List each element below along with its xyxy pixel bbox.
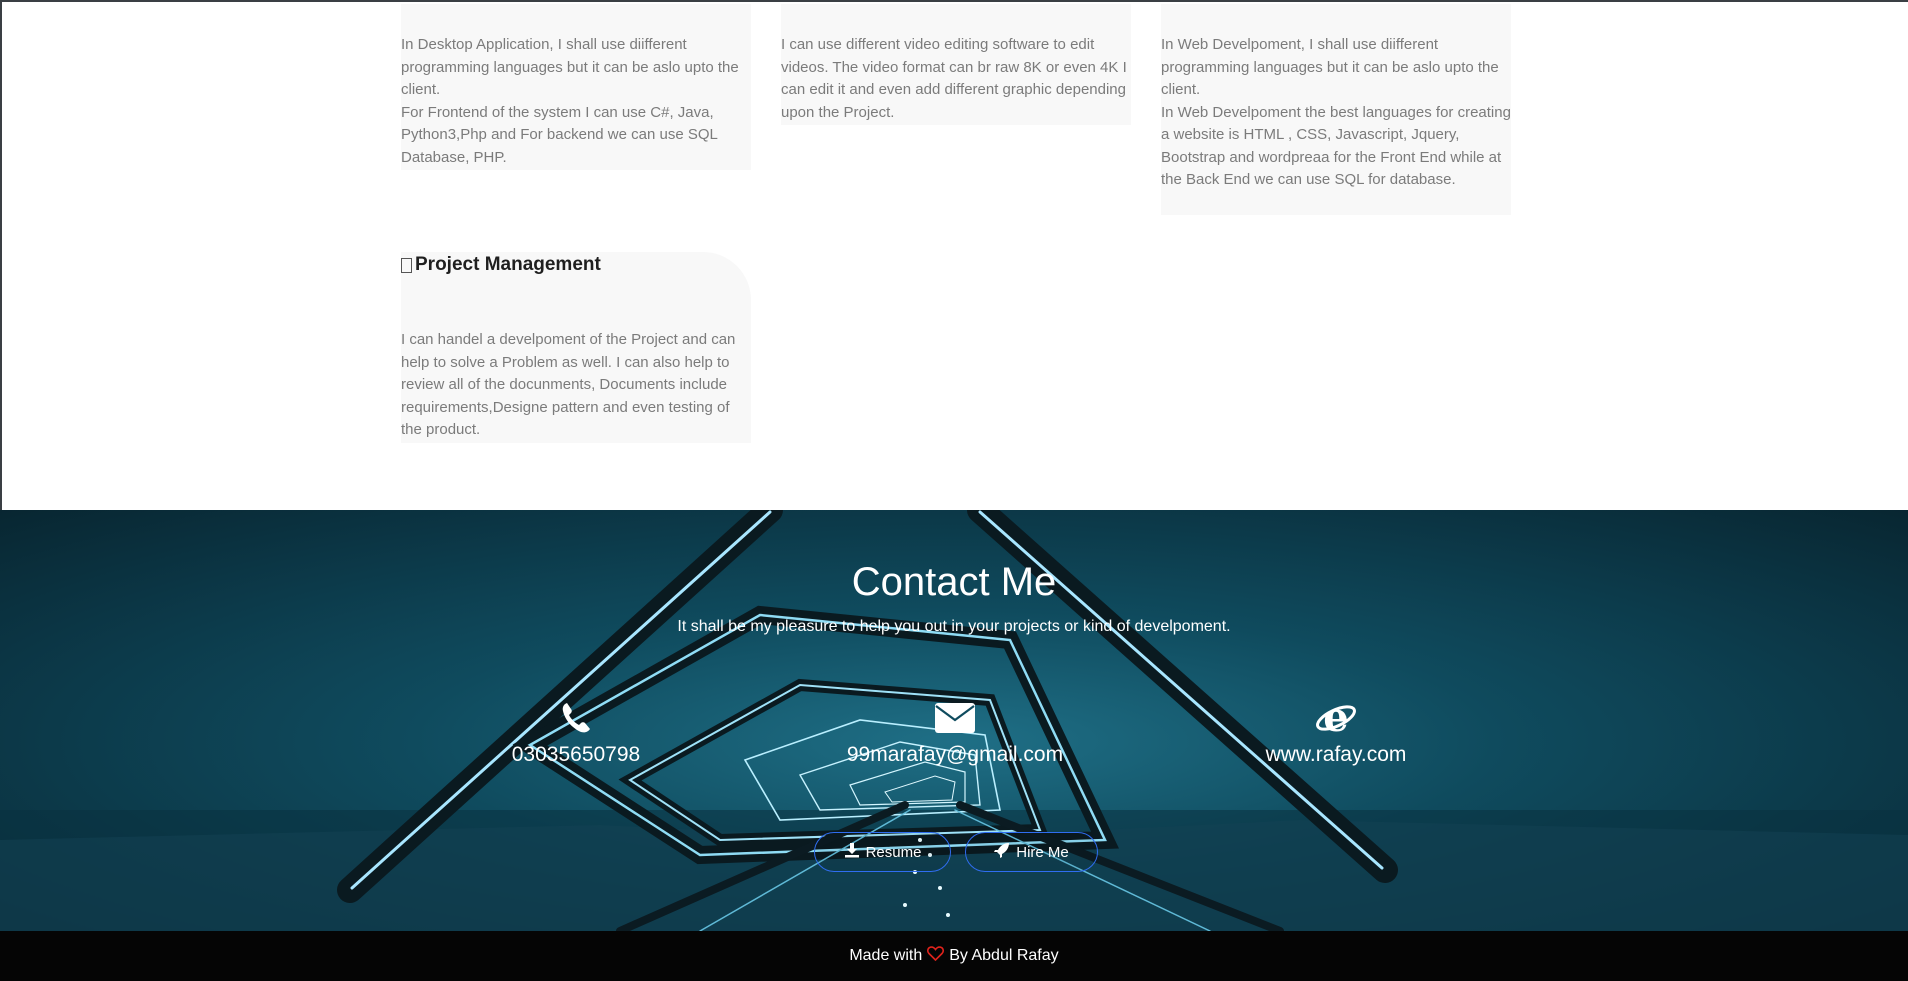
service-card-title: Project Management: [401, 254, 601, 277]
heart-icon: [927, 946, 945, 966]
contact-subtitle: It shall be my pleasure to help you out …: [677, 618, 1231, 635]
website-url[interactable]: www.rafay.com: [1186, 743, 1486, 767]
phone-number[interactable]: 03035650798: [426, 743, 726, 767]
service-card-title-text: Project Management: [415, 254, 601, 275]
contact-website: e www.rafay.com: [1186, 695, 1486, 767]
contact-title: Contact Me: [851, 560, 1057, 604]
hire-me-button[interactable]: Hire Me: [965, 832, 1098, 872]
contact-email: 99marafay@gmail.com: [805, 695, 1105, 767]
service-card-project-body: I can handel a develpoment of the Projec…: [401, 329, 751, 442]
email-address[interactable]: 99marafay@gmail.com: [805, 743, 1105, 767]
service-card-text: For Frontend of the system I can use C#,…: [401, 103, 718, 166]
service-card-video-body: I can use different video editing softwa…: [781, 34, 1131, 124]
contact-phone: 03035650798: [426, 695, 726, 767]
phone-icon: [426, 695, 726, 741]
service-card-web: In Web Develpoment, I shall use diiffere…: [1161, 4, 1511, 215]
download-icon: [844, 842, 860, 862]
service-card-text: In Web Develpoment the best languages fo…: [1161, 103, 1511, 189]
hire-me-label: Hire Me: [1016, 843, 1069, 861]
service-card-text: In Desktop Application, I shall use diif…: [401, 36, 739, 98]
rocket-icon: [994, 842, 1010, 862]
svg-text:e: e: [1323, 698, 1348, 738]
service-card-text: I can use different video editing softwa…: [781, 36, 1127, 121]
service-card-project-management: Project Management I can handel a develp…: [401, 252, 751, 443]
envelope-icon: [805, 695, 1105, 741]
services-section: In Desktop Application, I shall use diif…: [0, 0, 1908, 510]
internet-explorer-icon: e: [1186, 695, 1486, 741]
service-card-desktop: In Desktop Application, I shall use diif…: [401, 4, 751, 170]
resume-label: Resume: [865, 843, 922, 861]
service-card-video: I can use different video editing softwa…: [781, 4, 1131, 125]
service-card-text: I can handel a develpoment of the Projec…: [401, 331, 736, 438]
service-card-web-body: In Web Develpoment, I shall use diiffere…: [1161, 34, 1511, 192]
footer: Made with By Abdul Rafay: [0, 931, 1908, 981]
service-card-desktop-body: In Desktop Application, I shall use diif…: [401, 34, 751, 169]
footer-made-with: Made with: [849, 947, 923, 964]
contact-section: Contact Me It shall be my pleasure to he…: [0, 510, 1908, 931]
service-card-text: In Web Develpoment, I shall use diiffere…: [1161, 36, 1499, 98]
resume-button[interactable]: Resume: [814, 832, 951, 872]
missing-glyph-icon: [401, 257, 412, 273]
footer-author: By Abdul Rafay: [949, 947, 1059, 964]
